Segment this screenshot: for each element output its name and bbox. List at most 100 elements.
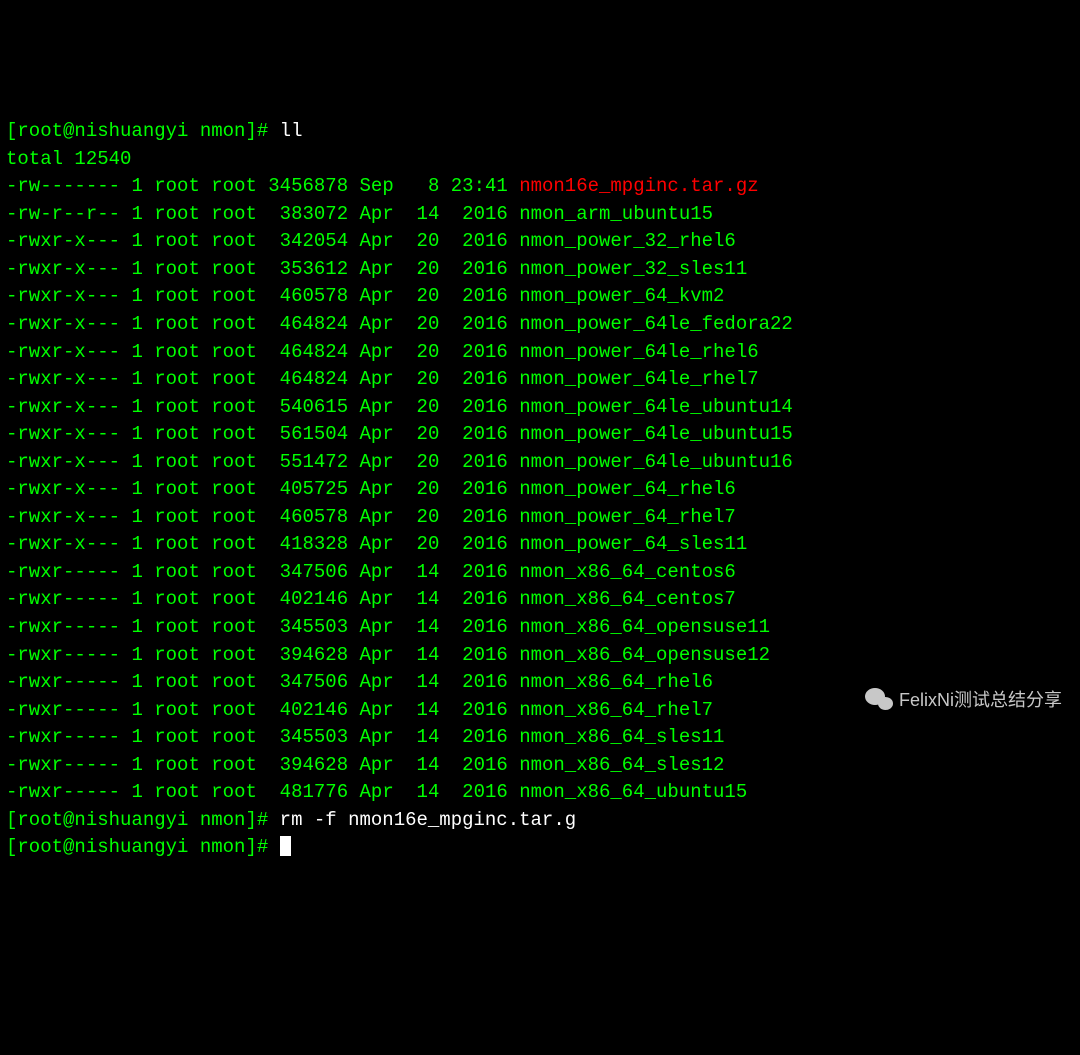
file-time: 2016 (451, 478, 508, 500)
watermark: FelixNi测试总结分享 (865, 687, 1062, 713)
file-group: root (211, 423, 257, 445)
file-links: 1 (131, 341, 142, 363)
file-links: 1 (131, 754, 142, 776)
file-owner: root (154, 506, 200, 528)
file-name: nmon_power_32_sles11 (519, 258, 747, 280)
file-perms: -rwxr-x--- (6, 258, 120, 280)
file-group: root (211, 230, 257, 252)
file-links: 1 (131, 644, 142, 666)
file-size: 464824 (268, 368, 348, 390)
file-day: 14 (405, 561, 439, 583)
file-month: Apr (360, 506, 394, 528)
file-links: 1 (131, 561, 142, 583)
file-perms: -rwxr----- (6, 588, 120, 610)
file-month: Apr (360, 368, 394, 390)
file-owner: root (154, 478, 200, 500)
file-name: nmon_power_64le_rhel7 (519, 368, 758, 390)
file-group: root (211, 368, 257, 390)
file-links: 1 (131, 175, 142, 197)
file-day: 14 (405, 726, 439, 748)
file-month: Apr (360, 671, 394, 693)
file-month: Apr (360, 313, 394, 335)
file-day: 20 (405, 423, 439, 445)
file-name: nmon16e_mpginc.tar.gz (519, 175, 758, 197)
file-time: 2016 (451, 285, 508, 307)
file-month: Apr (360, 726, 394, 748)
file-time: 2016 (451, 506, 508, 528)
file-day: 14 (405, 203, 439, 225)
file-links: 1 (131, 478, 142, 500)
file-name: nmon_power_32_rhel6 (519, 230, 736, 252)
file-owner: root (154, 368, 200, 390)
file-group: root (211, 478, 257, 500)
cursor-block[interactable] (280, 836, 291, 856)
file-day: 14 (405, 754, 439, 776)
file-links: 1 (131, 588, 142, 610)
file-name: nmon_power_64le_rhel6 (519, 341, 758, 363)
file-name: nmon_x86_64_rhel6 (519, 671, 713, 693)
file-group: root (211, 754, 257, 776)
file-day: 14 (405, 671, 439, 693)
file-name: nmon_power_64le_fedora22 (519, 313, 793, 335)
file-perms: -rwxr----- (6, 671, 120, 693)
file-links: 1 (131, 671, 142, 693)
file-perms: -rwxr-x--- (6, 506, 120, 528)
file-time: 2016 (451, 726, 508, 748)
file-time: 2016 (451, 561, 508, 583)
file-owner: root (154, 588, 200, 610)
file-month: Sep (360, 175, 394, 197)
file-links: 1 (131, 313, 142, 335)
listing-row: -rwxr-x--- 1 root root 405725 Apr 20 201… (6, 476, 1074, 504)
file-month: Apr (360, 533, 394, 555)
file-links: 1 (131, 726, 142, 748)
file-time: 2016 (451, 644, 508, 666)
prompt-line-1: [root@nishuangyi nmon]# ll (6, 118, 1074, 146)
file-owner: root (154, 699, 200, 721)
bracket-close: ] (245, 809, 256, 831)
listing-row: -rwxr-x--- 1 root root 460578 Apr 20 201… (6, 283, 1074, 311)
file-perms: -rwxr-x--- (6, 285, 120, 307)
file-owner: root (154, 230, 200, 252)
terminal-output[interactable]: [root@nishuangyi nmon]# lltotal 12540-rw… (6, 118, 1074, 862)
file-day: 8 (405, 175, 439, 197)
file-time: 2016 (451, 616, 508, 638)
prompt-hash: # (257, 809, 280, 831)
file-group: root (211, 533, 257, 555)
listing-row: -rw-r--r-- 1 root root 383072 Apr 14 201… (6, 201, 1074, 229)
listing-row: -rwxr----- 1 root root 394628 Apr 14 201… (6, 752, 1074, 780)
prompt-userhost: root@nishuangyi (17, 836, 188, 858)
file-month: Apr (360, 561, 394, 583)
file-perms: -rwxr-x--- (6, 396, 120, 418)
file-links: 1 (131, 533, 142, 555)
file-group: root (211, 726, 257, 748)
file-size: 460578 (268, 285, 348, 307)
file-group: root (211, 616, 257, 638)
file-day: 20 (405, 451, 439, 473)
file-time: 2016 (451, 396, 508, 418)
file-name: nmon_power_64le_ubuntu15 (519, 423, 793, 445)
file-group: root (211, 203, 257, 225)
file-perms: -rwxr-x--- (6, 313, 120, 335)
file-size: 464824 (268, 313, 348, 335)
file-time: 2016 (451, 341, 508, 363)
file-size: 460578 (268, 506, 348, 528)
listing-row: -rwxr----- 1 root root 402146 Apr 14 201… (6, 586, 1074, 614)
listing-row: -rwxr-x--- 1 root root 460578 Apr 20 201… (6, 504, 1074, 532)
file-owner: root (154, 616, 200, 638)
file-time: 2016 (451, 203, 508, 225)
file-links: 1 (131, 699, 142, 721)
file-owner: root (154, 451, 200, 473)
file-size: 353612 (268, 258, 348, 280)
file-name: nmon_power_64_rhel6 (519, 478, 736, 500)
file-time: 2016 (451, 423, 508, 445)
prompt-line-3: [root@nishuangyi nmon]# (6, 834, 1074, 862)
file-links: 1 (131, 506, 142, 528)
file-group: root (211, 588, 257, 610)
file-day: 20 (405, 230, 439, 252)
file-links: 1 (131, 451, 142, 473)
file-perms: -rwxr-x--- (6, 341, 120, 363)
file-perms: -rwxr-x--- (6, 533, 120, 555)
file-month: Apr (360, 258, 394, 280)
command-rm: rm -f nmon16e_mpginc.tar.g (280, 809, 576, 831)
file-size: 405725 (268, 478, 348, 500)
